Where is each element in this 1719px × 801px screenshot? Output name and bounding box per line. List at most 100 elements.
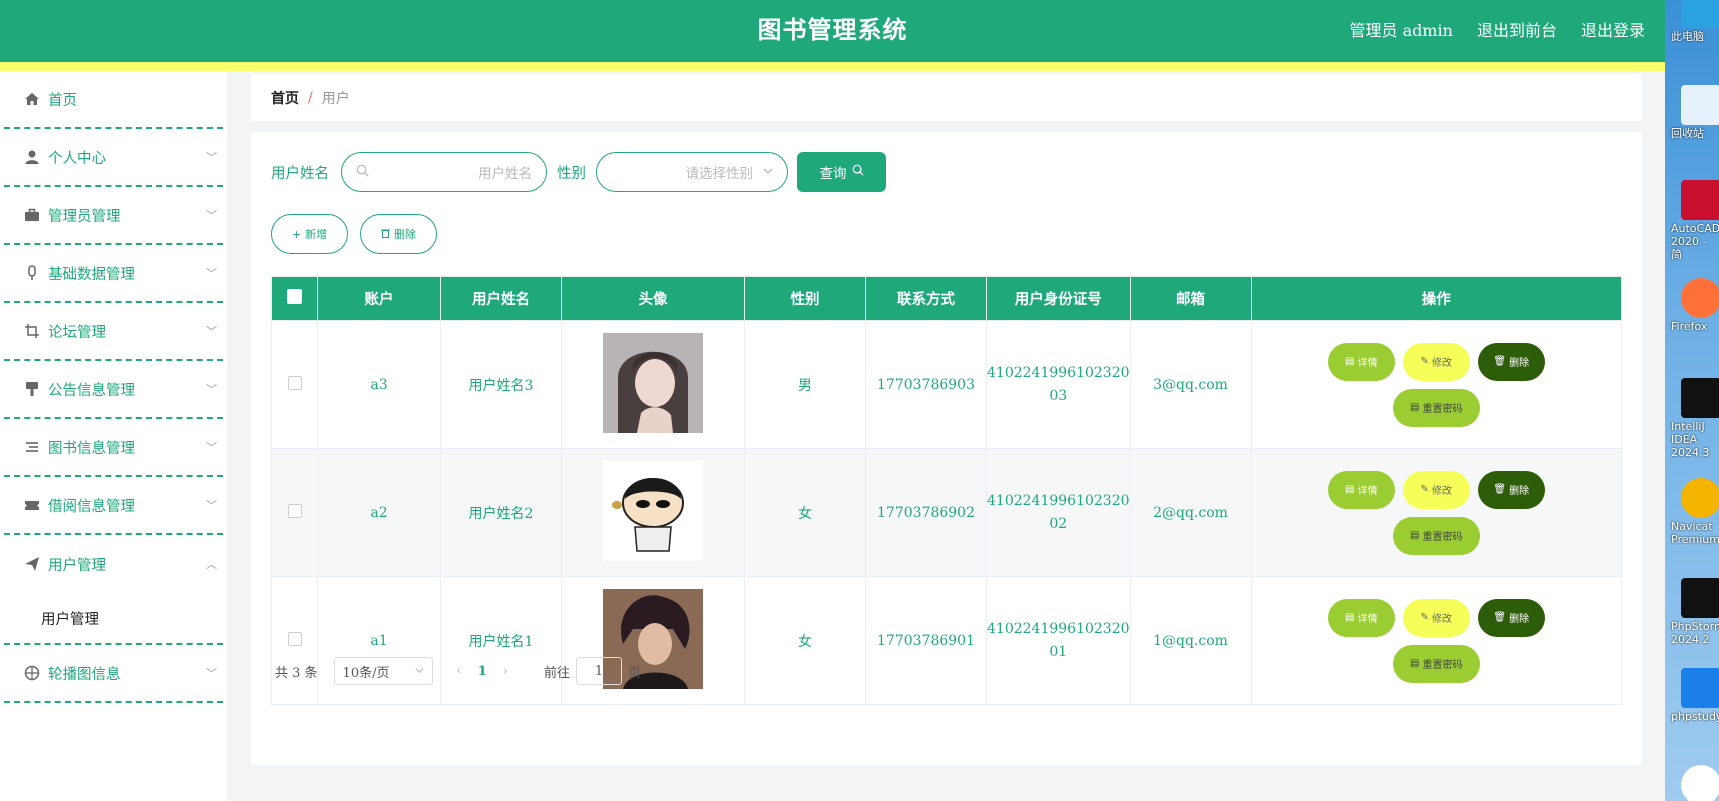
desktop-icon-this-pc[interactable]: 此电脑 (1671, 0, 1719, 43)
cell-avatar (561, 320, 745, 449)
sidebar-item-users[interactable]: 用户管理 ︿ (4, 535, 223, 593)
breadcrumb-home[interactable]: 首页 (271, 88, 299, 108)
row-checkbox[interactable] (287, 631, 302, 646)
reset-password-button[interactable]: ▤ 重置密码 (1392, 516, 1480, 555)
sidebar-item-borrow[interactable]: 借阅信息管理 ﹀ (4, 477, 223, 535)
add-button[interactable]: + 新增 (271, 214, 348, 254)
name-search-input[interactable]: 用户姓名 (341, 152, 547, 192)
desktop-icon-phpstorm[interactable]: PhpStorm 2024.2 (1671, 578, 1719, 646)
row-select-cell[interactable] (271, 448, 318, 577)
sidebar-item-notice[interactable]: 公告信息管理 ﹀ (4, 361, 223, 419)
gender-select-placeholder: 请选择性别 (685, 166, 754, 182)
name-label: 用户姓名 (271, 165, 329, 182)
breadcrumb-current: 用户 (321, 90, 350, 107)
avatar (603, 460, 703, 561)
reset-password-button[interactable]: ▤ 重置密码 (1392, 388, 1480, 427)
col-gender: 性别 (744, 276, 866, 321)
gender-label: 性别 (557, 165, 586, 182)
detail-button-label: 详情 (1357, 614, 1378, 625)
cell-email: 1@qq.com (1129, 576, 1252, 705)
logout-link[interactable]: 退出登录 (1581, 17, 1645, 41)
desktop-icon-navicat[interactable]: Navicat Premium (1671, 478, 1719, 546)
sidebar-subitem-users[interactable]: 用户管理 (4, 593, 223, 645)
sidebar-item-carousel[interactable]: 轮播图信息 ﹀ (4, 645, 223, 703)
plus-icon: + (291, 227, 302, 241)
col-avatar: 头像 (561, 276, 745, 321)
page-size-value: 10条/页 (342, 665, 390, 681)
sidebar-item-basic-data[interactable]: 基础数据管理 ﹀ (4, 245, 223, 303)
mic-icon (24, 265, 40, 281)
sidebar-item-label: 个人中心 (48, 150, 106, 167)
detail-button[interactable]: ▤ 详情 (1327, 342, 1395, 381)
search-bar: 用户姓名 用户姓名 性别 请选择性别 查询 (271, 152, 886, 192)
col-name: 用户姓名 (440, 276, 562, 321)
prev-page-button[interactable]: ‹ (457, 664, 462, 679)
ticket-icon (24, 497, 40, 513)
sidebar-item-label: 轮播图信息 (48, 666, 121, 683)
edit-button[interactable]: ✎ 修改 (1402, 598, 1470, 637)
brush-icon (24, 381, 40, 397)
desktop-icon-phpstudy[interactable]: phpstudy (1671, 668, 1719, 723)
reset-password-label: 重置密码 (1422, 660, 1463, 671)
sidebar-item-forum[interactable]: 论坛管理 ﹀ (4, 303, 223, 361)
cell-actions: ▤ 详情 ✎ 修改 🗑 删除 ▤ 重置密码 (1250, 448, 1623, 577)
desktop-icon-firefox[interactable]: Firefox (1671, 278, 1719, 333)
cell-name: 用户姓名2 (440, 448, 562, 577)
chevron-down-icon: ﹀ (206, 209, 217, 222)
desktop-icon-qq[interactable] (1671, 765, 1719, 801)
col-actions: 操作 (1250, 276, 1623, 321)
user-icon (24, 149, 40, 165)
computer-icon (1681, 0, 1719, 28)
edit-button[interactable]: ✎ 修改 (1402, 342, 1470, 381)
row-select-cell[interactable] (271, 576, 318, 705)
delete-button[interactable]: 🗑 删除 (1477, 598, 1545, 637)
desktop-icon-intellij[interactable]: IntelliJ IDEA 2024.3 (1671, 378, 1719, 460)
document-icon: ▤ (1410, 402, 1420, 413)
page-number-current[interactable]: 1 (478, 664, 487, 679)
page-size-select[interactable]: 10条/页 (333, 657, 433, 685)
batch-delete-label: 删除 (394, 228, 416, 241)
breadcrumb: 首页 / 用户 (251, 74, 1642, 121)
phpstudy-icon (1681, 668, 1719, 708)
delete-button[interactable]: 🗑 删除 (1477, 470, 1545, 509)
sidebar-item-label: 借阅信息管理 (48, 498, 135, 515)
desktop-icon-autocad[interactable]: AutoCAD 2020 - 简 (1671, 180, 1719, 262)
detail-button[interactable]: ▤ 详情 (1327, 470, 1395, 509)
chevron-down-icon: ﹀ (206, 325, 217, 338)
to-front-link[interactable]: 退出到前台 (1477, 17, 1557, 41)
edit-button[interactable]: ✎ 修改 (1402, 470, 1470, 509)
pencil-icon: ✎ (1420, 612, 1429, 623)
desktop-icon-label: PhpStorm 2024.2 (1671, 620, 1719, 647)
select-all-cell[interactable] (271, 276, 318, 321)
sidebar-item-admin[interactable]: 管理员管理 ﹀ (4, 187, 223, 245)
crop-icon (24, 323, 40, 339)
row-select-cell[interactable] (271, 320, 318, 449)
pencil-icon: ✎ (1420, 356, 1429, 367)
desktop-icon-recycle-bin[interactable]: 回收站 (1671, 85, 1719, 140)
delete-button-label: 删除 (1509, 358, 1530, 369)
id-number-line1: 4102241996102320 (987, 493, 1130, 510)
cell-account: a3 (317, 320, 441, 449)
row-checkbox[interactable] (287, 503, 302, 518)
pencil-icon: ✎ (1420, 484, 1429, 495)
reset-password-button[interactable]: ▤ 重置密码 (1392, 644, 1480, 683)
goto-page-input[interactable]: 1 (576, 657, 623, 685)
gender-select[interactable]: 请选择性别 (596, 152, 788, 192)
row-checkbox[interactable] (287, 375, 302, 390)
next-page-button[interactable]: › (503, 664, 508, 679)
query-button[interactable]: 查询 (797, 152, 886, 192)
delete-button[interactable]: 🗑 删除 (1477, 342, 1545, 381)
select-all-checkbox[interactable] (287, 289, 302, 304)
desktop-icon-label: IntelliJ IDEA 2024.3 (1671, 420, 1710, 460)
admin-label: 管理员 admin (1349, 21, 1453, 40)
sidebar-item-personal[interactable]: 个人中心 ﹀ (4, 129, 223, 187)
detail-button[interactable]: ▤ 详情 (1327, 598, 1395, 637)
desktop-icon-label: 回收站 (1671, 127, 1704, 140)
sidebar-item-books[interactable]: 图书信息管理 ﹀ (4, 419, 223, 477)
col-account: 账户 (317, 276, 441, 321)
cell-phone: 17703786901 (865, 576, 987, 705)
trash-icon: 🗑 (1493, 612, 1507, 623)
detail-button-label: 详情 (1357, 358, 1378, 369)
sidebar-item-home[interactable]: 首页 (4, 71, 223, 129)
batch-delete-button[interactable]: 删除 (360, 214, 437, 254)
